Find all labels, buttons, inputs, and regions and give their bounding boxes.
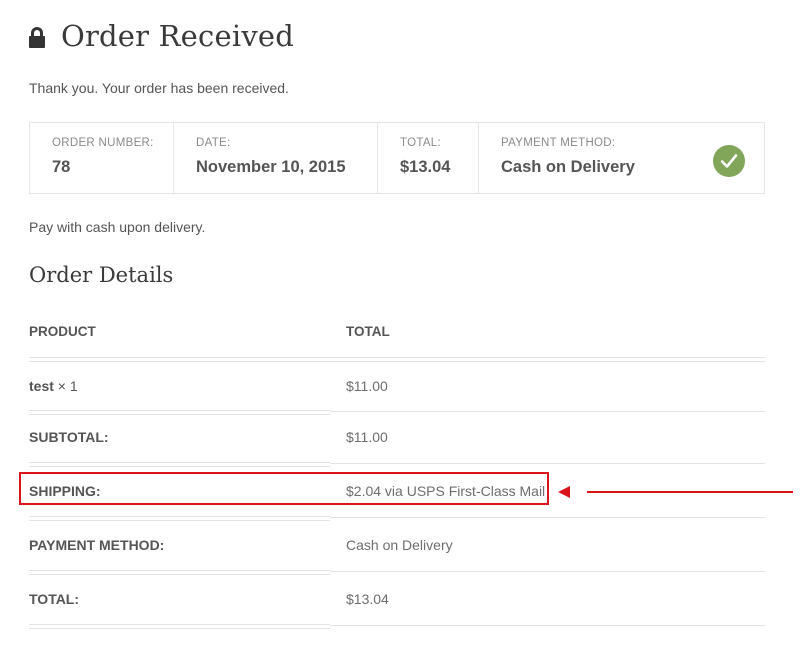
subtotal-row: SUBTOTAL: $11.00 bbox=[29, 410, 765, 464]
subtotal-label: SUBTOTAL: bbox=[29, 429, 109, 445]
overview-payment-method: PAYMENT METHOD: Cash on Delivery bbox=[479, 123, 764, 193]
shipping-value: $2.04 via USPS First-Class Mail bbox=[346, 483, 546, 499]
annotation-arrow bbox=[587, 491, 793, 493]
product-qty: × 1 bbox=[57, 378, 78, 394]
overview-label: TOTAL: bbox=[400, 137, 441, 149]
payment-method-row: PAYMENT METHOD: Cash on Delivery bbox=[29, 518, 765, 572]
annotation-arrow-head bbox=[558, 486, 570, 498]
product-name: test bbox=[29, 378, 54, 394]
overview-value: $13.04 bbox=[400, 158, 451, 176]
overview-total: TOTAL: $13.04 bbox=[378, 123, 479, 193]
lock-icon bbox=[29, 27, 45, 49]
payment-method-value: Cash on Delivery bbox=[346, 537, 453, 553]
thank-you-message: Thank you. Your order has been received. bbox=[29, 80, 289, 96]
order-received-page: Order Received Thank you. Your order has… bbox=[19, 0, 793, 648]
overview-order-number: ORDER NUMBER: 78 bbox=[30, 123, 174, 193]
product-total: $11.00 bbox=[346, 378, 388, 394]
shipping-label: SHIPPING: bbox=[29, 483, 101, 499]
divider bbox=[29, 624, 330, 629]
page-title-row: Order Received bbox=[29, 16, 294, 56]
total-label: TOTAL: bbox=[29, 591, 80, 607]
overview-value: November 10, 2015 bbox=[196, 158, 346, 176]
header-product: PRODUCT bbox=[29, 324, 96, 339]
order-details-table: PRODUCT TOTAL test × 1 $11.00 SUBTOTAL: … bbox=[29, 305, 765, 629]
overview-label: DATE: bbox=[196, 137, 231, 149]
table-row: test × 1 $11.00 bbox=[29, 359, 765, 413]
overview-value: 78 bbox=[52, 158, 71, 176]
header-total: TOTAL bbox=[346, 324, 390, 339]
total-value: $13.04 bbox=[346, 591, 389, 607]
overview-date: DATE: November 10, 2015 bbox=[174, 123, 378, 193]
divider bbox=[330, 625, 765, 626]
overview-label: ORDER NUMBER: bbox=[52, 137, 154, 149]
payment-method-label: PAYMENT METHOD: bbox=[29, 537, 165, 553]
order-details-title: Order Details bbox=[29, 263, 174, 287]
order-overview: ORDER NUMBER: 78 DATE: November 10, 2015… bbox=[29, 122, 765, 194]
page-title: Order Received bbox=[61, 19, 295, 53]
subtotal-value: $11.00 bbox=[346, 429, 388, 445]
product-cell: test × 1 bbox=[29, 359, 78, 413]
table-header-row: PRODUCT TOTAL bbox=[29, 305, 765, 357]
checkmark-icon bbox=[713, 145, 745, 177]
payment-instructions: Pay with cash upon delivery. bbox=[29, 219, 206, 235]
total-row: TOTAL: $13.04 bbox=[29, 572, 765, 626]
